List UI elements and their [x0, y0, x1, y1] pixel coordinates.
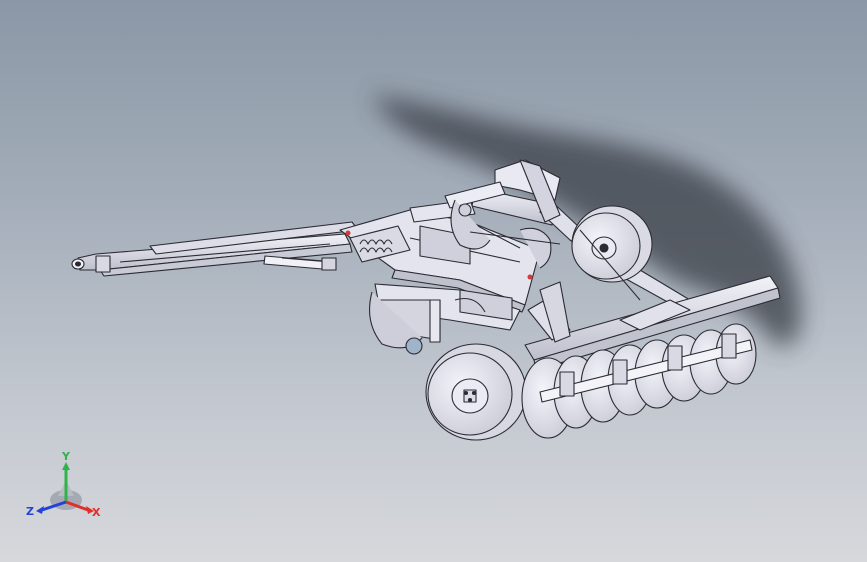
transport-wheel-front[interactable]: [425, 343, 527, 441]
y-axis-label: Y: [61, 450, 71, 463]
x-axis-label: X: [92, 506, 101, 519]
z-axis-arrowhead: [36, 506, 44, 514]
y-axis-arrowhead: [62, 462, 70, 470]
graphics-viewport[interactable]: [0, 0, 867, 562]
hydraulic-cylinder[interactable]: [263, 255, 337, 271]
orientation-triad[interactable]: Y X Z: [24, 446, 108, 530]
z-axis-label: Z: [26, 505, 34, 518]
